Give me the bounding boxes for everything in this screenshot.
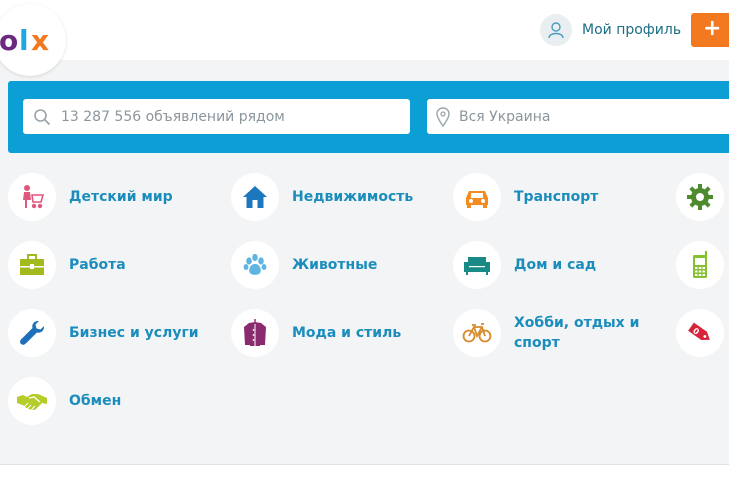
house-icon	[231, 173, 279, 221]
category-label: Бизнес и услуги	[69, 325, 199, 341]
category-label: Транспорт	[514, 189, 599, 205]
profile-label: Мой профиль	[582, 22, 682, 38]
price-tag-icon: 0	[676, 309, 724, 357]
olx-logo[interactable]: o l x	[0, 4, 66, 76]
coat-icon	[231, 309, 279, 357]
car-icon	[453, 173, 501, 221]
svg-text:o: o	[0, 24, 18, 57]
category-jobs[interactable]: Работа	[8, 241, 199, 289]
category-kids[interactable]: Детский мир	[8, 173, 199, 221]
briefcase-icon	[8, 241, 56, 289]
category-fashion[interactable]: Мода и стиль	[231, 309, 422, 357]
phone-icon	[676, 241, 724, 289]
gear-icon	[676, 173, 724, 221]
category-label: Обмен	[69, 393, 122, 409]
header: o l x Мой профиль +	[0, 0, 729, 76]
category-transport[interactable]: Транспорт	[453, 173, 644, 221]
handshake-icon	[8, 377, 56, 425]
category-label: Хобби, отдых и спорт	[514, 315, 640, 351]
bicycle-icon	[453, 309, 501, 357]
search-icon	[23, 108, 61, 126]
category-animals[interactable]: Животные	[231, 241, 422, 289]
category-home-garden[interactable]: Дом и сад	[453, 241, 644, 289]
search-placeholder: 13 287 556 объявлений рядом	[61, 108, 285, 125]
category-label: Дом и сад	[514, 257, 597, 273]
category-hobby-sport[interactable]: Хобби, отдых и спорт	[453, 309, 644, 357]
paw-icon	[231, 241, 279, 289]
category-electronics[interactable]	[676, 241, 724, 289]
category-business[interactable]: Бизнес и услуги	[8, 309, 199, 357]
category-label: Недвижимость	[292, 189, 414, 205]
stroller-icon	[8, 173, 56, 221]
location-input[interactable]: Вся Украина	[427, 99, 729, 134]
location-placeholder: Вся Украина	[459, 108, 551, 125]
plus-icon: +	[703, 16, 722, 41]
search-input[interactable]: 13 287 556 объявлений рядом	[23, 99, 410, 134]
category-real-estate[interactable]: Недвижимость	[231, 173, 422, 221]
category-exchange[interactable]: Обмен	[8, 377, 199, 425]
category-free[interactable]: 0	[676, 309, 724, 357]
sofa-icon	[453, 241, 501, 289]
add-listing-button[interactable]: +	[691, 13, 729, 47]
category-label: Животные	[292, 257, 378, 273]
category-label: Мода и стиль	[292, 325, 402, 341]
category-services[interactable]	[676, 173, 724, 221]
category-label: Детский мир	[69, 189, 173, 205]
svg-text:x: x	[31, 24, 49, 57]
location-pin-icon	[427, 106, 459, 127]
wrench-icon	[8, 309, 56, 357]
my-profile-link[interactable]: Мой профиль	[540, 14, 681, 46]
svg-text:l: l	[19, 24, 29, 57]
footer	[0, 465, 729, 486]
user-icon	[540, 14, 572, 46]
category-label: Работа	[69, 257, 126, 273]
